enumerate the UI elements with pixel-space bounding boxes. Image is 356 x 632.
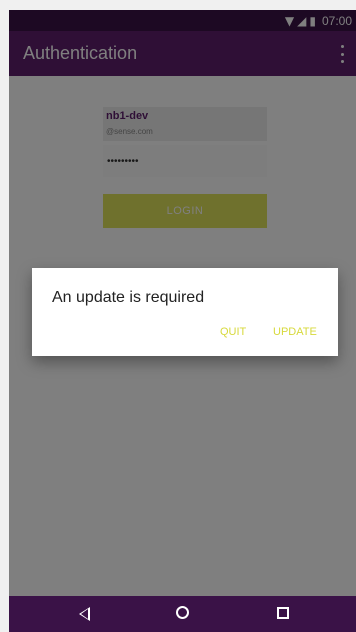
back-triangle-icon[interactable] (79, 607, 90, 621)
navigation-bar (9, 596, 356, 632)
quit-button[interactable]: QUIT (220, 326, 246, 338)
dialog-title: An update is required (52, 289, 205, 306)
update-required-dialog: An update is required QUIT UPDATE (32, 268, 338, 356)
home-circle-icon[interactable] (176, 606, 189, 619)
recents-square-icon[interactable] (277, 607, 289, 619)
update-button[interactable]: UPDATE (273, 326, 317, 338)
phone-screen: ▼ ◢ ▮ 07:00 Authentication nb1-dev @sens… (9, 10, 356, 632)
